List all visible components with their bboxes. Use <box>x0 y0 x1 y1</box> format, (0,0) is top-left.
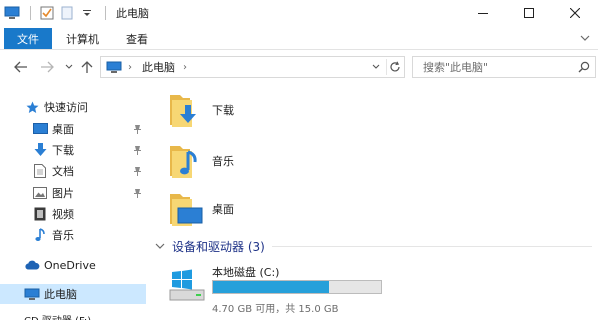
sidebar-item-label: 图片 <box>52 187 74 200</box>
sidebar-item-label: 音乐 <box>52 229 74 242</box>
sidebar-item-label: 文档 <box>52 165 74 178</box>
download-arrow-icon <box>32 142 48 158</box>
folder-item-downloads[interactable]: 下载 <box>166 87 234 133</box>
pin-icon[interactable] <box>132 144 142 156</box>
properties-checkbox-icon[interactable] <box>39 5 55 21</box>
breadcrumb-this-pc[interactable]: 此电脑 <box>142 59 175 75</box>
quick-access-toolbar: 此电脑 <box>4 4 149 22</box>
back-arrow-icon[interactable] <box>12 59 30 75</box>
pin-icon[interactable] <box>132 187 142 199</box>
computer-icon <box>24 286 40 302</box>
sidebar-item-label: OneDrive <box>44 258 96 272</box>
window-controls <box>460 0 598 26</box>
cloud-icon <box>24 257 40 273</box>
close-button[interactable] <box>552 0 598 26</box>
folder-item-music[interactable]: 音乐 <box>166 138 234 184</box>
separator <box>30 6 31 20</box>
music-note-icon <box>32 227 48 243</box>
recent-locations-chevron-icon[interactable] <box>60 59 78 75</box>
separator <box>105 6 106 20</box>
drive-usage-bar <box>212 280 382 294</box>
up-arrow-icon[interactable] <box>78 59 96 75</box>
refresh-icon[interactable] <box>386 59 402 75</box>
drive-item-c[interactable]: 本地磁盘 (C:) 4.70 GB 可用，共 15.0 GB <box>166 260 466 320</box>
address-bar[interactable]: › 此电脑 › <box>100 56 405 78</box>
group-header-devices[interactable]: 设备和驱动器 (3) <box>154 237 265 255</box>
ribbon-tabs: 文件 计算机 查看 <box>0 26 598 50</box>
sidebar-item-quick-access[interactable]: 快速访问 <box>24 97 146 117</box>
tab-computer[interactable]: 计算机 <box>66 28 99 49</box>
sidebar-item-pictures[interactable]: 图片 <box>32 183 146 203</box>
sidebar-item-desktop[interactable]: 桌面 <box>32 119 146 139</box>
music-folder-icon <box>166 140 206 182</box>
search-box[interactable] <box>412 56 596 78</box>
folder-item-desktop[interactable]: 桌面 <box>166 186 234 232</box>
download-folder-icon <box>166 89 206 131</box>
pin-icon[interactable] <box>132 123 142 135</box>
drive-free-space: 4.70 GB 可用，共 15.0 GB <box>212 304 339 315</box>
drive-usage-fill <box>213 281 329 293</box>
group-header-label: 设备和驱动器 (3) <box>172 239 265 254</box>
document-icon <box>32 163 48 179</box>
folder-label: 音乐 <box>212 155 234 168</box>
tab-view[interactable]: 查看 <box>126 28 148 49</box>
picture-icon <box>32 185 48 201</box>
video-icon <box>32 206 48 222</box>
navigation-pane: 快速访问 桌面 下载 文档 图片 视频 音乐 OneDrive 此电脑 <box>0 84 146 320</box>
title-bar: 此电脑 <box>0 0 598 26</box>
window-title: 此电脑 <box>116 7 149 20</box>
sidebar-item-documents[interactable]: 文档 <box>32 161 146 181</box>
collapse-chevron-icon[interactable] <box>154 240 166 252</box>
new-folder-icon[interactable] <box>59 5 75 21</box>
forward-arrow-icon[interactable] <box>38 59 56 75</box>
computer-icon[interactable] <box>4 5 20 21</box>
content-pane: 下载 音乐 桌面 设备和驱动器 (3) 本地磁盘 (C:) 4.70 GB 可用… <box>148 84 598 320</box>
sidebar-item-downloads[interactable]: 下载 <box>32 140 146 160</box>
hard-drive-windows-icon <box>166 266 208 306</box>
tab-file[interactable]: 文件 <box>4 28 52 49</box>
breadcrumb-separator-icon[interactable]: › <box>128 62 132 73</box>
search-icon[interactable] <box>577 60 591 74</box>
sidebar-item-label: 快速访问 <box>44 101 88 114</box>
sidebar-item-label: 下载 <box>52 144 74 157</box>
breadcrumb-separator-icon[interactable]: › <box>183 62 187 73</box>
pin-icon[interactable] <box>132 165 142 177</box>
maximize-button[interactable] <box>506 0 552 26</box>
sidebar-item-this-pc[interactable]: 此电脑 <box>0 284 146 304</box>
folder-label: 下载 <box>212 104 234 117</box>
sidebar-item-cd-drive[interactable]: CD 驱动器 (F:) ... <box>24 312 104 320</box>
sidebar-item-label: 桌面 <box>52 123 74 136</box>
search-input[interactable] <box>413 57 573 77</box>
computer-icon <box>106 60 122 74</box>
drive-name: 本地磁盘 (C:) <box>212 266 280 279</box>
desktop-icon <box>32 121 48 137</box>
expand-ribbon-chevron-icon[interactable] <box>578 31 592 45</box>
folder-label: 桌面 <box>212 203 234 216</box>
group-divider <box>272 246 592 247</box>
star-icon <box>24 99 40 115</box>
navigation-bar: › 此电脑 › <box>0 51 598 83</box>
desktop-folder-icon <box>166 188 206 230</box>
address-history-chevron-icon[interactable] <box>370 61 382 73</box>
sidebar-item-videos[interactable]: 视频 <box>32 204 146 224</box>
minimize-button[interactable] <box>460 0 506 26</box>
sidebar-item-label: 视频 <box>52 208 74 221</box>
customize-dropdown-icon[interactable] <box>79 5 95 21</box>
sidebar-item-music[interactable]: 音乐 <box>32 225 146 245</box>
sidebar-item-onedrive[interactable]: OneDrive <box>24 255 146 275</box>
sidebar-item-label: 此电脑 <box>44 288 77 301</box>
